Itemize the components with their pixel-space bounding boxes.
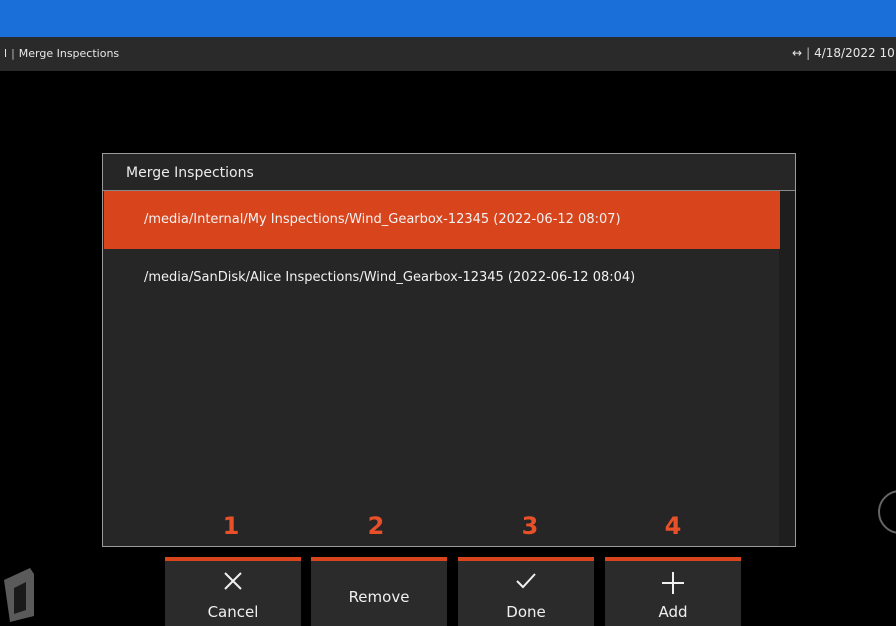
side-round-button[interactable] (878, 490, 896, 534)
horizontal-arrows-icon[interactable]: ↔ (792, 46, 802, 60)
add-button[interactable]: Add (605, 557, 741, 626)
dialog-title: Merge Inspections (126, 165, 254, 181)
inspection-path: /media/Internal/My Inspections/Wind_Gear… (144, 212, 621, 227)
callout-number: 4 (664, 512, 682, 540)
callout-number: 3 (521, 512, 539, 540)
inspection-list-item[interactable]: /media/Internal/My Inspections/Wind_Gear… (104, 191, 780, 249)
cancel-button[interactable]: Cancel (165, 557, 301, 626)
callout-number: 2 (367, 512, 385, 540)
list-scrollbar[interactable] (779, 191, 795, 546)
window-title: Merge Inspections (18, 47, 120, 60)
inspection-list-item[interactable]: /media/SanDisk/Alice Inspections/Wind_Ge… (104, 249, 780, 307)
cancel-label: Cancel (207, 603, 259, 621)
title-bar: l | Merge Inspections ↔ | 4/18/2022 10 (0, 37, 896, 71)
x-icon (165, 571, 301, 595)
merge-inspections-dialog: Merge Inspections /media/Internal/My Ins… (102, 153, 796, 547)
plus-icon (605, 571, 741, 599)
callout-number: 1 (222, 512, 240, 540)
add-label: Add (658, 603, 688, 621)
date-display: 4/18/2022 10 (814, 46, 895, 60)
done-button[interactable]: Done (458, 557, 594, 626)
done-label: Done (506, 603, 546, 621)
inspection-path: /media/SanDisk/Alice Inspections/Wind_Ge… (144, 270, 636, 285)
remove-label: Remove (348, 588, 410, 606)
dialog-header: Merge Inspections (103, 154, 795, 191)
remove-button[interactable]: Remove (311, 557, 447, 626)
check-icon (458, 571, 594, 595)
brand-logo-icon (0, 564, 40, 626)
blue-status-bar (0, 6, 896, 37)
device-screen: l | Merge Inspections ↔ | 4/18/2022 10 Merge… (0, 6, 896, 626)
title-left-marker: l (4, 47, 8, 60)
